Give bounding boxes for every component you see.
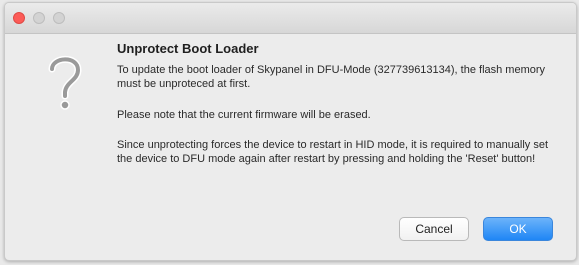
question-mark-icon (48, 55, 82, 110)
message-paragraph-reset: Since unprotecting forces the device to … (117, 139, 549, 165)
ok-button[interactable]: OK (483, 217, 553, 241)
close-window-button[interactable] (13, 12, 25, 24)
message-paragraph-firmware: Please note that the current firmware wi… (117, 109, 371, 121)
title-bar (5, 3, 576, 34)
message-paragraph-flash: To update the boot loader of Skypanel in… (117, 64, 546, 90)
cancel-button[interactable]: Cancel (399, 217, 469, 241)
dialog-window: Unprotect Boot Loader To update the boot… (4, 2, 577, 261)
minimize-window-button[interactable] (33, 12, 45, 24)
dialog-heading: Unprotect Boot Loader (117, 41, 259, 56)
zoom-window-button[interactable] (53, 12, 65, 24)
